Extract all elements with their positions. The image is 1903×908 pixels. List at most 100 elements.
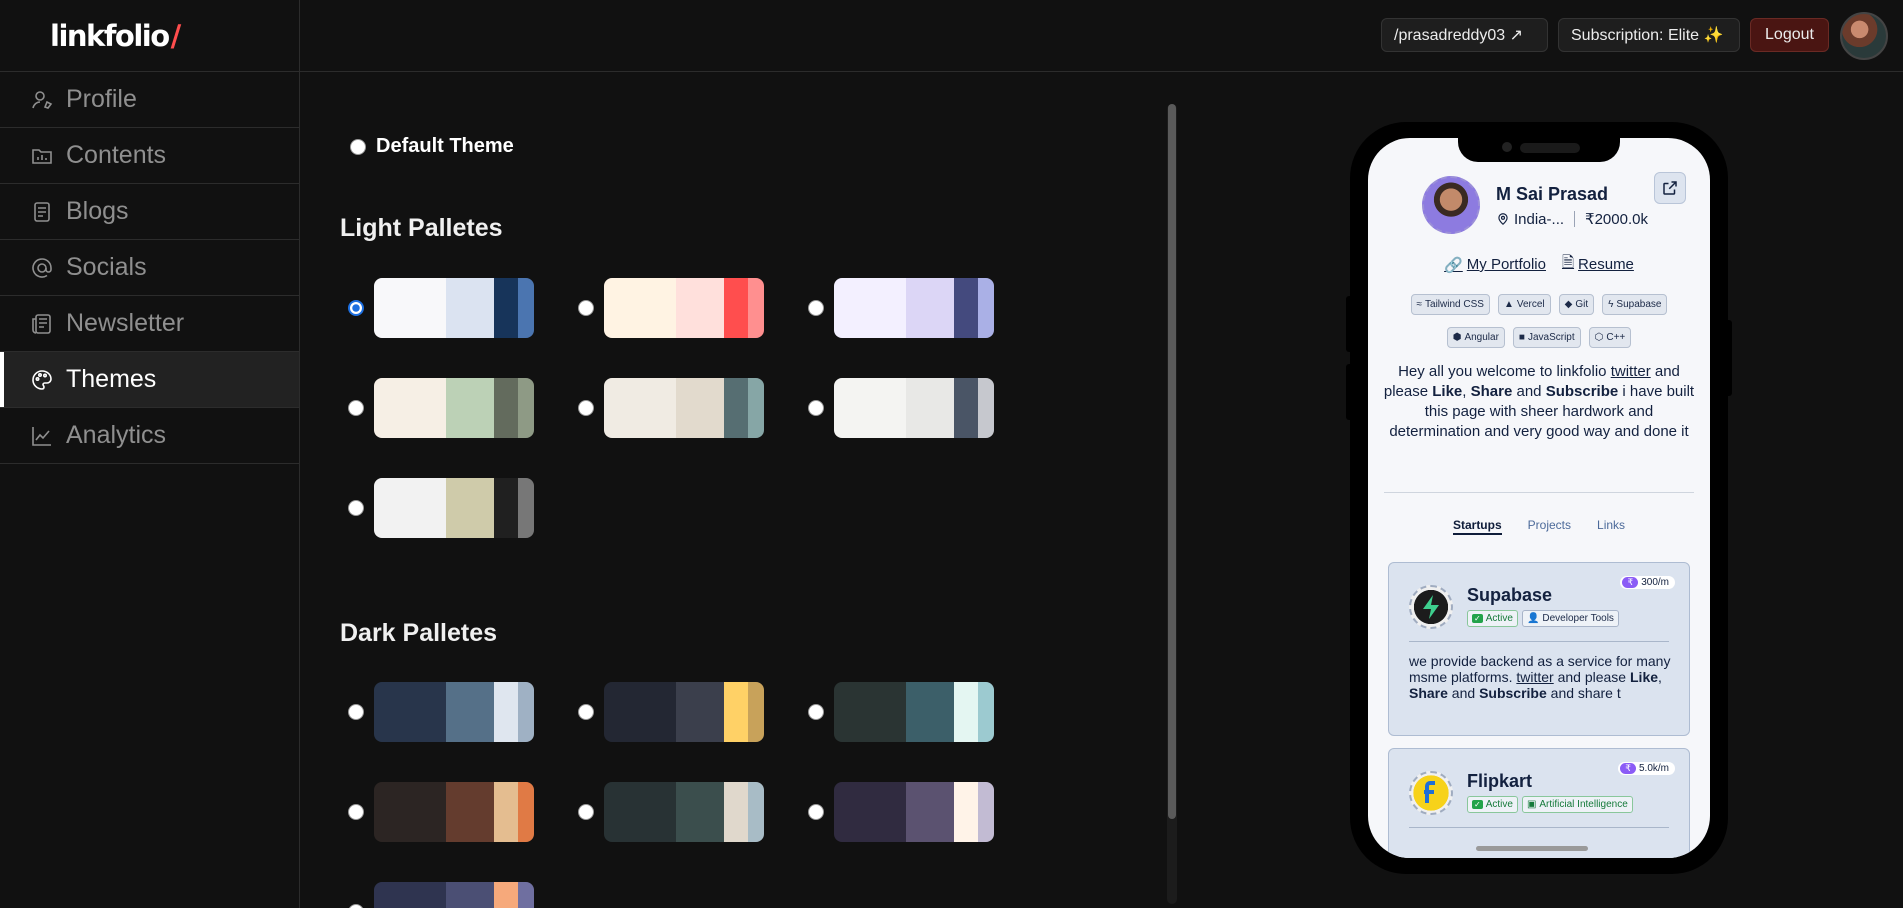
javascript-icon: ■ [1518,332,1525,343]
dark-palette-option[interactable] [578,682,764,742]
profile-links: 🔗 My Portfolio 🗎 Resume [1368,252,1710,277]
profile-rate: ₹2000.0k [1585,211,1648,228]
palette-swatch[interactable] [374,882,534,908]
dark-palette-option[interactable] [808,782,994,842]
palette-radio[interactable] [808,804,824,820]
palette-color [748,682,764,742]
palette-color [676,782,724,842]
light-palette-option[interactable] [348,478,534,538]
palette-color [906,278,954,338]
dark-palette-option[interactable] [348,782,534,842]
palette-swatch[interactable] [834,278,994,338]
user-avatar[interactable] [1840,12,1888,60]
palette-swatch[interactable] [834,682,994,742]
light-palette-option[interactable] [348,278,534,338]
palette-color [906,378,954,438]
startup-card[interactable]: ₹5.0k/m Flipkart ✓ Active ▣ Artificial Int… [1388,748,1690,858]
dark-palette-option[interactable] [348,882,534,908]
palette-swatch[interactable] [604,278,764,338]
resume-link[interactable]: 🗎 Resume [1562,252,1634,277]
sidebar-item-newsletter[interactable]: Newsletter [0,296,299,352]
palette-color [954,278,978,338]
palette-radio[interactable] [808,300,824,316]
desc-bold: Share [1409,685,1448,701]
palette-radio[interactable] [348,500,364,516]
card-title: Flipkart [1467,771,1533,791]
light-palette-option[interactable] [808,278,994,338]
skill-tag: ⬡ C++ [1588,327,1632,348]
default-theme-label: Default Theme [376,135,514,157]
logout-button[interactable]: Logout [1750,18,1829,52]
tab-projects[interactable]: Projects [1528,518,1571,535]
palette-radio[interactable] [578,300,594,316]
palette-radio[interactable] [348,904,364,908]
palette-swatch[interactable] [374,278,534,338]
palette-swatch[interactable] [374,378,534,438]
bio-twitter-link[interactable]: twitter [1611,363,1651,380]
palette-color [906,782,954,842]
palette-color [446,782,494,842]
light-palette-option[interactable] [808,378,994,438]
logo-text: linkfolio [50,18,170,53]
palette-radio[interactable] [348,804,364,820]
palette-color [906,682,954,742]
sidebar-item-themes[interactable]: Themes [0,352,299,408]
resume-link-label: Resume [1578,256,1634,273]
subscription-button[interactable]: Subscription: Elite ✨ [1558,18,1740,52]
palette-radio[interactable] [348,300,364,316]
palette-radio[interactable] [578,400,594,416]
palette-swatch[interactable] [374,682,534,742]
palette-radio[interactable] [578,804,594,820]
palette-color [724,378,748,438]
sidebar-item-socials[interactable]: Socials [0,240,299,296]
app-logo[interactable]: linkfolio / [0,0,299,72]
skill-tag-label: Vercel [1516,299,1545,310]
dark-palette-option[interactable] [348,682,534,742]
palette-swatch[interactable] [604,682,764,742]
external-link-button[interactable] [1654,172,1686,204]
desc-twitter-link[interactable]: twitter [1516,669,1553,685]
dark-palette-option[interactable] [808,682,994,742]
palette-radio[interactable] [578,704,594,720]
palette-color [518,682,534,742]
palette-color [446,882,494,908]
palette-swatch[interactable] [834,782,994,842]
light-palette-option[interactable] [348,378,534,438]
palette-color [604,378,676,438]
palette-color [748,782,764,842]
portfolio-link[interactable]: 🔗 My Portfolio [1444,252,1546,277]
rupee-icon: ₹ [1622,577,1639,588]
palette-swatch[interactable] [604,378,764,438]
skill-tag: ▲ Vercel [1497,294,1551,315]
default-theme-radio[interactable] [350,138,366,155]
light-palette-option[interactable] [578,278,764,338]
scrollbar[interactable] [1167,104,1177,904]
sidebar-item-blogs[interactable]: Blogs [0,184,299,240]
palette-radio[interactable] [348,704,364,720]
public-profile-link[interactable]: /prasadreddy03 ↗ [1381,18,1548,52]
sidebar-item-contents[interactable]: Contents [0,128,299,184]
startup-card[interactable]: ₹300/m Supabase ✓ Active 👤 Developer Tools… [1388,562,1690,736]
tab-startups[interactable]: Startups [1452,518,1502,535]
palette-swatch[interactable] [834,378,994,438]
sidebar-item-analytics[interactable]: Analytics [0,408,299,464]
palette-radio[interactable] [348,400,364,416]
dark-palette-option[interactable] [578,782,764,842]
palette-radio[interactable] [808,400,824,416]
palette-swatch[interactable] [604,782,764,842]
palette-swatch[interactable] [374,478,534,538]
user-icon [30,88,54,112]
flipkart-logo [1409,771,1453,815]
palette-color [494,882,518,908]
tab-links[interactable]: Links [1597,518,1625,535]
bio-text: and [1512,383,1546,400]
light-palette-option[interactable] [578,378,764,438]
palette-radio[interactable] [808,704,824,720]
sidebar-item-profile[interactable]: Profile [0,72,299,128]
scrollbar-thumb[interactable] [1168,104,1176,819]
palette-swatch[interactable] [374,782,534,842]
supabase-icon: ϟ [1608,299,1614,310]
skills-row: ⬢ Angular ■ JavaScript ⬡ C++ [1380,327,1698,348]
default-theme-option[interactable]: Default Theme [350,135,514,158]
palette-color [978,682,994,742]
